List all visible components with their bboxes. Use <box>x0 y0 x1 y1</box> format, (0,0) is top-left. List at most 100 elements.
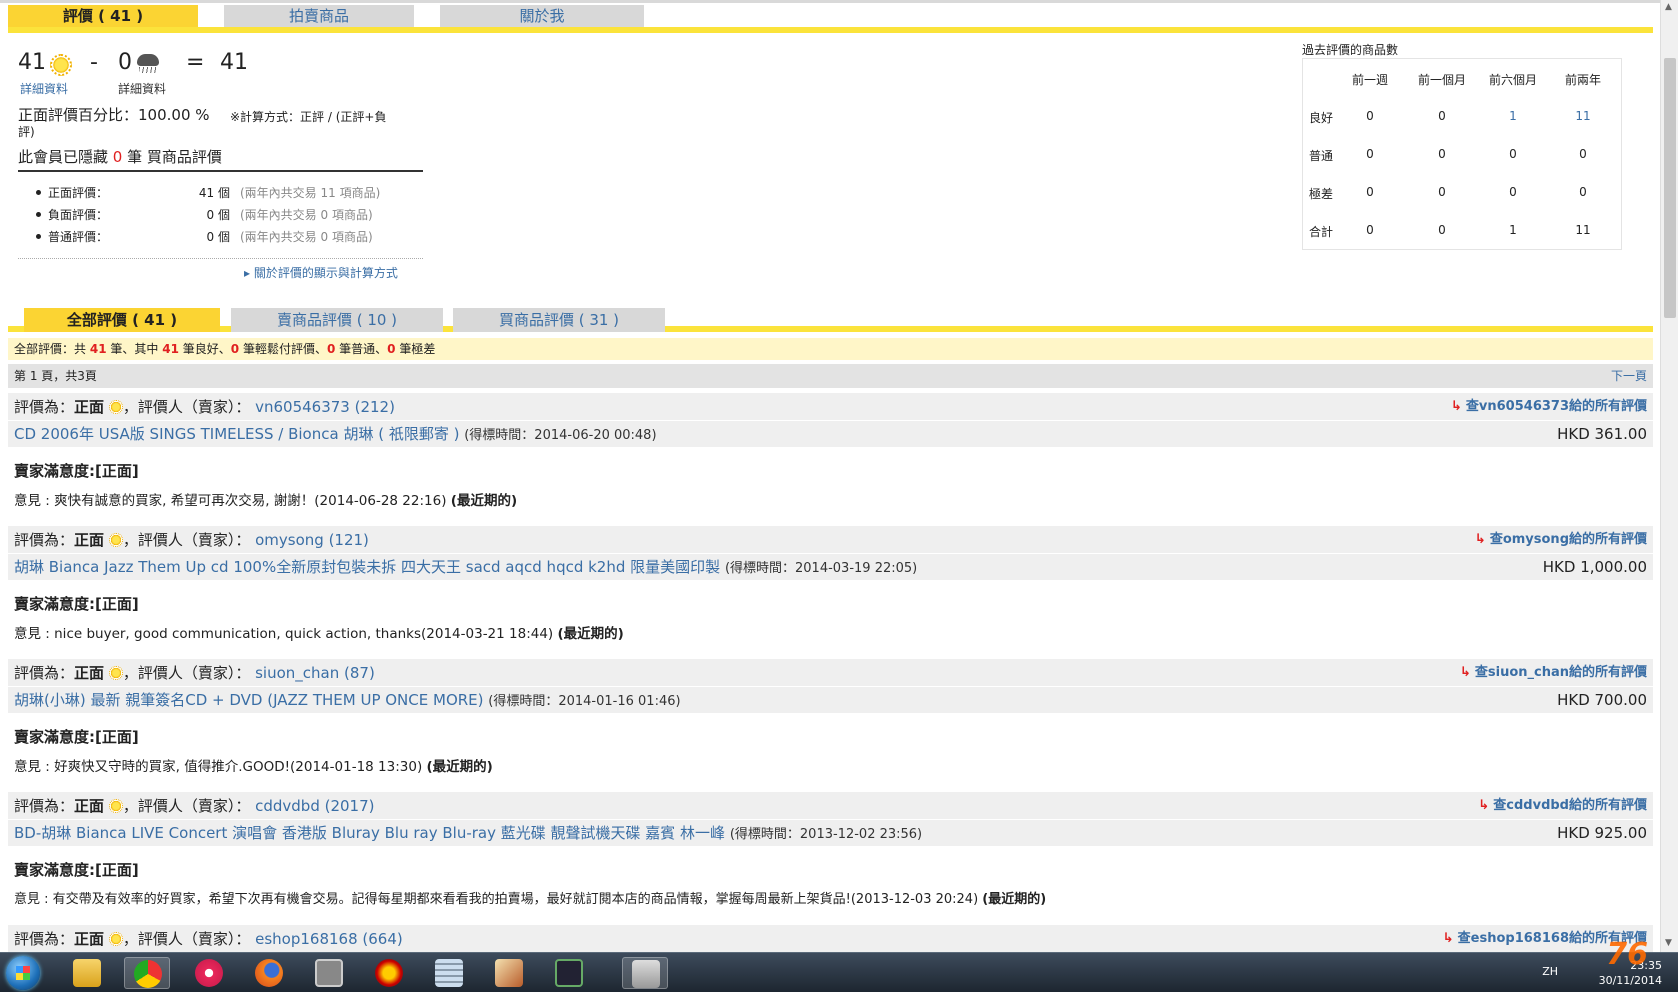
comment: 意見 : 有交帶及有效率的好買家，希望下次再有機會交易。記得每星期都來看看我的拍… <box>14 888 1046 907</box>
taskbar-itunes[interactable] <box>186 957 232 989</box>
summary-dotted-divider <box>18 258 423 259</box>
tab-auction-items[interactable]: 拍賣商品 <box>224 5 414 27</box>
page-indicator: 第 1 頁，共3頁 <box>14 369 97 383</box>
rating-prefix: 評價為： <box>14 531 75 549</box>
taskbar-explorer[interactable] <box>64 957 110 989</box>
positive-row-count: 41 個 <box>198 186 230 200</box>
cell: 0 <box>1509 147 1517 161</box>
taskbar-app[interactable] <box>306 957 352 989</box>
equals-sign: = <box>186 50 205 75</box>
entry-header: 評價為：正面 ，評價人（賣家）： siuon_chan (87) ↳ 查siuon… <box>8 658 1653 686</box>
comment-text: 意見 : 爽快有誠意的買家, 希望可再次交易, 謝謝！(2014-06-28 2… <box>14 493 447 509</box>
see-all-label: 查omysong給的所有評價 <box>1489 532 1647 547</box>
rater-link[interactable]: eshop168168 (664) <box>255 930 403 948</box>
positive-percentage: 正面評價百分比：100.00 % <box>18 106 210 124</box>
cell: 0 <box>1438 147 1446 161</box>
rater-link[interactable]: omysong (121) <box>255 531 369 549</box>
vertical-scrollbar[interactable]: ▲ ▼ <box>1660 0 1678 952</box>
see-all-ratings-link[interactable]: ↳ 查vn60546373給的所有評價 <box>1451 393 1647 421</box>
see-all-label: 查vn60546373給的所有評價 <box>1465 399 1647 414</box>
rating-value: 正面 <box>74 531 105 549</box>
col-header: 前一週 <box>1351 73 1388 87</box>
satisfaction-label: 賣家滿意度:[正面] <box>14 861 139 879</box>
game-icon <box>375 959 403 987</box>
neutral-label: 普通評價： <box>48 230 109 244</box>
taskbar-media[interactable] <box>486 957 532 989</box>
item-link[interactable]: 胡琳 Bianca Jazz Them Up cd 100%全新原封包裝未拆 四… <box>14 558 720 576</box>
taskbar-phone[interactable] <box>546 957 592 989</box>
rater-link[interactable]: vn60546373 (212) <box>255 398 395 416</box>
info-text: 筆普通、 <box>339 342 388 356</box>
arrow-icon: ↳ <box>1459 665 1471 680</box>
row-label: 良好 <box>1309 111 1334 125</box>
start-button[interactable] <box>6 956 40 990</box>
tab-ratings[interactable]: 評價 ( 41 ) <box>8 5 198 27</box>
rain-cloud-icon <box>135 52 161 74</box>
rating-prefix: 評價為： <box>14 398 75 416</box>
row-label: 合計 <box>1309 225 1334 239</box>
rater-link[interactable]: cddvdbd (2017) <box>255 797 374 815</box>
satisfaction-label: 賣家滿意度:[正面] <box>14 595 139 613</box>
tab-seller-ratings[interactable]: 賣商品評價 ( 10 ) <box>231 308 443 332</box>
about-ratings-link[interactable]: ▸ 關於評價的顯示與計算方式 <box>244 264 398 281</box>
scroll-down-icon[interactable]: ▼ <box>1665 938 1672 948</box>
arrow-icon: ↳ <box>1474 532 1486 547</box>
scroll-up-icon[interactable]: ▲ <box>1665 2 1672 12</box>
positive-label: 正面評價： <box>48 186 109 200</box>
calc-note-line1: ※計算方式：正評 / (正評+負 <box>230 110 387 124</box>
entry-item-row: 胡琳(小琳) 最新 親筆簽名CD + DVD (JAZZ THEM UP ONC… <box>8 686 1653 713</box>
hidden-prefix: 此會員已隱藏 <box>18 148 109 166</box>
tab-buyer-ratings[interactable]: 買商品評價 ( 31 ) <box>453 308 665 332</box>
see-all-ratings-link[interactable]: ↳ 查siuon_chan給的所有評價 <box>1460 659 1647 687</box>
chrome-icon <box>134 960 162 988</box>
negative-detail-link[interactable]: 詳細資料 <box>118 80 166 97</box>
info-count: 0 <box>326 342 336 356</box>
satisfaction-label: 賣家滿意度:[正面] <box>14 462 139 480</box>
folder-icon <box>73 959 101 987</box>
triangle-right-icon: ▸ <box>244 266 254 280</box>
rating-entry: 評價為：正面 ，評價人（賣家）： vn60546373 (212) ↳ 查vn60… <box>8 392 1653 524</box>
firefox-icon <box>255 959 283 987</box>
negative-label: 負面評價： <box>48 208 109 222</box>
item-link[interactable]: BD-胡琳 Bianca LIVE Concert 演唱會 香港版 Bluray… <box>14 824 725 842</box>
rating-value: 正面 <box>74 930 105 948</box>
cell: 0 <box>1366 185 1374 199</box>
language-indicator[interactable]: ZH <box>1542 965 1558 978</box>
info-count: 0 <box>230 342 240 356</box>
cell-link[interactable]: 1 <box>1478 109 1548 123</box>
entry-item-row: 胡琳 Bianca Jazz Them Up cd 100%全新原封包裝未拆 四… <box>8 553 1653 580</box>
past-ratings-table: 前一週 前一個月 前六個月 前兩年 良好 0 0 1 11 普通 0 0 0 0… <box>1302 58 1622 250</box>
see-all-ratings-link[interactable]: ↳ 查omysong給的所有評價 <box>1475 526 1647 554</box>
taskbar-player[interactable] <box>622 957 668 989</box>
col-header: 前兩年 <box>1564 73 1601 87</box>
rating-entry: 評價為：正面 ，評價人（賣家）： eshop168168 (664) ↳ 查esh… <box>8 924 1653 952</box>
tab-about-me[interactable]: 關於我 <box>440 5 644 27</box>
windows-taskbar: ZH 23:35 30/11/2014 <box>0 952 1678 992</box>
positive-count: 41 <box>18 50 46 75</box>
arrow-icon: ↳ <box>1478 798 1490 813</box>
rating-filter-tabs: 全部評價 ( 41 ) 賣商品評價 ( 10 ) 買商品評價 ( 31 ) <box>8 302 1653 332</box>
see-all-ratings-link[interactable]: ↳ 查cddvdbd給的所有評價 <box>1478 792 1647 820</box>
info-text: 筆、其中 <box>110 342 159 356</box>
scrollbar-thumb[interactable] <box>1664 58 1676 318</box>
taskbar-game[interactable] <box>366 957 412 989</box>
next-page-link[interactable]: 下一頁 <box>1611 364 1647 388</box>
positive-detail-link[interactable]: 詳細資料 <box>20 80 68 97</box>
info-text: 全部評價：共 <box>14 342 87 356</box>
info-count: 41 <box>89 342 107 356</box>
rater-link[interactable]: siuon_chan (87) <box>255 664 375 682</box>
tab-all-ratings[interactable]: 全部評價 ( 41 ) <box>24 308 220 332</box>
cell-link[interactable]: 11 <box>1548 109 1618 123</box>
item-link[interactable]: 胡琳(小琳) 最新 親筆簽名CD + DVD (JAZZ THEM UP ONC… <box>14 691 484 709</box>
bullet <box>36 234 41 239</box>
past-ratings-title: 過去評價的商品數 <box>1302 43 1399 57</box>
negative-count: 0 <box>118 50 132 75</box>
taskbar-firefox[interactable] <box>246 957 292 989</box>
item-link[interactable]: CD 2006年 USA版 SINGS TIMELESS / Bionca 胡琳… <box>14 425 459 443</box>
bid-time: (得標時間：2014-06-20 00:48) <box>464 428 657 443</box>
row-label: 極差 <box>1309 187 1334 201</box>
taskbar-calculator[interactable] <box>426 957 472 989</box>
taskbar-chrome[interactable] <box>124 957 170 989</box>
rating-entry: 評價為：正面 ，評價人（賣家）： omysong (121) ↳ 查omysong… <box>8 525 1653 657</box>
about-ratings-link-label: 關於評價的顯示與計算方式 <box>253 266 398 280</box>
